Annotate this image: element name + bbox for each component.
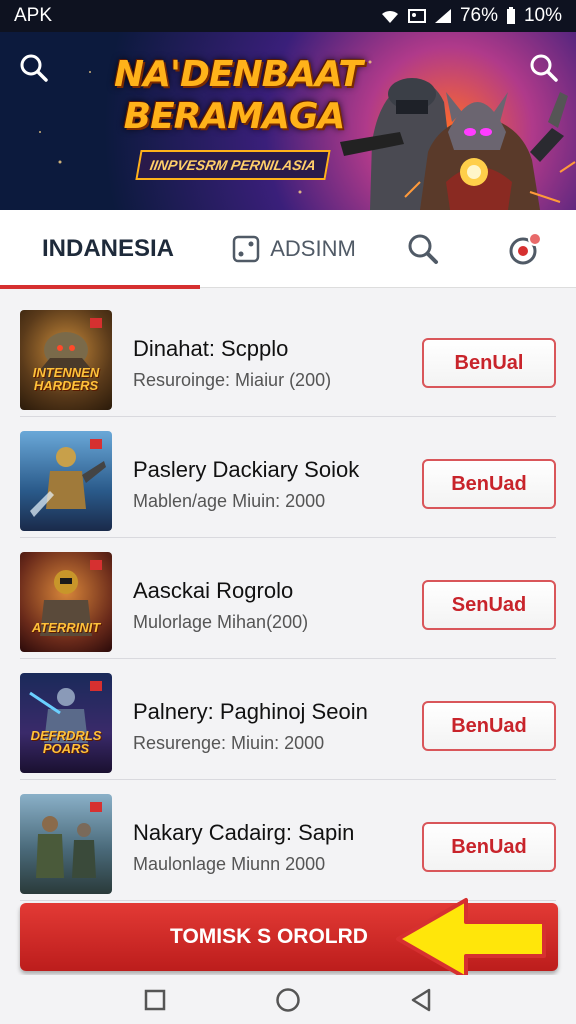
game-thumbnail [20, 794, 112, 894]
system-nav-bar [0, 975, 576, 1024]
download-button[interactable]: BenUad [422, 701, 556, 751]
tab-indanesia[interactable]: INDANESIA [0, 210, 216, 289]
game-title: Dinahat: Scpplo [133, 336, 289, 361]
game-title: Paslery Dackiary Soiok [133, 457, 360, 482]
game-art [36, 802, 102, 878]
game-subtitle: Resurenge: Miuin: 2000 [133, 733, 325, 753]
download-button[interactable]: BenUad [422, 822, 556, 872]
thumbnail-caption: ATERRINIT [20, 621, 112, 634]
download-button[interactable]: BenUal [422, 338, 556, 388]
banner-search-button-left[interactable] [16, 50, 52, 86]
tab-label: ADSINM [270, 235, 356, 261]
game-title: Aasckai Rogrolo [133, 578, 294, 603]
game-subtitle: Maulonlage Miunn 2000 [133, 854, 326, 874]
game-thumbnail: DEFRDRLS POARS [20, 673, 112, 773]
banner-search-button-right[interactable] [526, 50, 562, 86]
back-button[interactable] [401, 980, 441, 1020]
game-subtitle: Mulorlage Mihan(200) [133, 612, 309, 632]
list-item[interactable]: Paslery Dackiary Soiok Mablen/age Miuin:… [20, 417, 556, 538]
triangle-back-icon [412, 988, 431, 1011]
list-item[interactable]: ATERRINIT Aasckai Rogrolo Mulorlage Miha… [20, 538, 556, 659]
thumbnail-caption-line1: ATERRINIT [31, 620, 101, 635]
tab-label: INDANESIA [41, 234, 174, 262]
game-thumbnail: INTENNEN HARDERS [20, 310, 112, 410]
game-title: Nakary Cadairg: Sapin [133, 820, 355, 845]
banner-title-line2: BERAMAGA [123, 96, 346, 137]
game-list: INTENNEN HARDERS Dinahat: Scpplo Resuroi… [0, 296, 576, 901]
list-item[interactable]: Nakary Cadairg: Sapin Maulonlage Miunn 2… [20, 780, 556, 901]
game-art [29, 681, 102, 743]
status-app-label: APK [14, 5, 53, 26]
circle-icon [276, 987, 300, 1012]
download-button[interactable]: SenUad [422, 580, 556, 630]
thumbnail-caption-line2: POARS [42, 741, 90, 756]
signal-icon [434, 9, 451, 23]
search-icon [408, 234, 438, 264]
arrow-left-icon [396, 898, 546, 980]
category-tabs: INDANESIA ADSINM [0, 210, 576, 289]
battery-percent: 76% [459, 5, 498, 26]
tab-record[interactable] [474, 210, 576, 288]
banner-title-line1: NA'DENBAAT [114, 54, 363, 95]
search-icon [530, 54, 558, 82]
banner-subtitle: IINPVESRM PERNILASIA [135, 150, 331, 180]
thumbnail-caption-line2: HARDERS [33, 378, 99, 393]
game-subtitle: Resuroinge: Miaiur (200) [133, 370, 332, 390]
square-icon [144, 989, 165, 1010]
dice-icon [232, 235, 260, 262]
tab-search[interactable] [372, 210, 474, 288]
search-icon [20, 54, 48, 82]
game-art [40, 318, 102, 382]
status-bar: APK 76% 10% [0, 0, 576, 32]
game-thumbnail: ATERRINIT [20, 552, 112, 652]
game-subtitle: Mablen/age Miuin: 2000 [133, 491, 326, 511]
game-art [40, 560, 102, 636]
battery-percent-secondary: 10% [523, 5, 562, 26]
recent-apps-button[interactable] [135, 980, 175, 1020]
record-icon [509, 231, 542, 264]
thumbnail-caption: DEFRDRLS POARS [20, 729, 112, 755]
wifi-icon [381, 10, 398, 23]
game-art [30, 439, 106, 517]
download-button[interactable]: BenUad [422, 459, 556, 509]
hero-banner[interactable]: NA'DENBAAT BERAMAGA IINPVESRM PERNILASIA [0, 32, 576, 210]
home-button[interactable] [268, 980, 308, 1020]
status-icons: 76% 10% [380, 5, 562, 27]
battery-icon [506, 7, 515, 24]
photo-icon [407, 9, 426, 23]
game-title: Palnery: Paghinoj Seoin [133, 699, 368, 724]
banner-title: NA'DENBAAT BERAMAGA [114, 54, 363, 138]
thumbnail-caption: INTENNEN HARDERS [20, 366, 112, 392]
tab-adsinm[interactable]: ADSINM [216, 210, 372, 288]
list-item[interactable]: DEFRDRLS POARS Palnery: Paghinoj Seoin R… [20, 659, 556, 780]
list-item[interactable]: INTENNEN HARDERS Dinahat: Scpplo Resuroi… [20, 296, 556, 417]
game-thumbnail [20, 431, 112, 531]
